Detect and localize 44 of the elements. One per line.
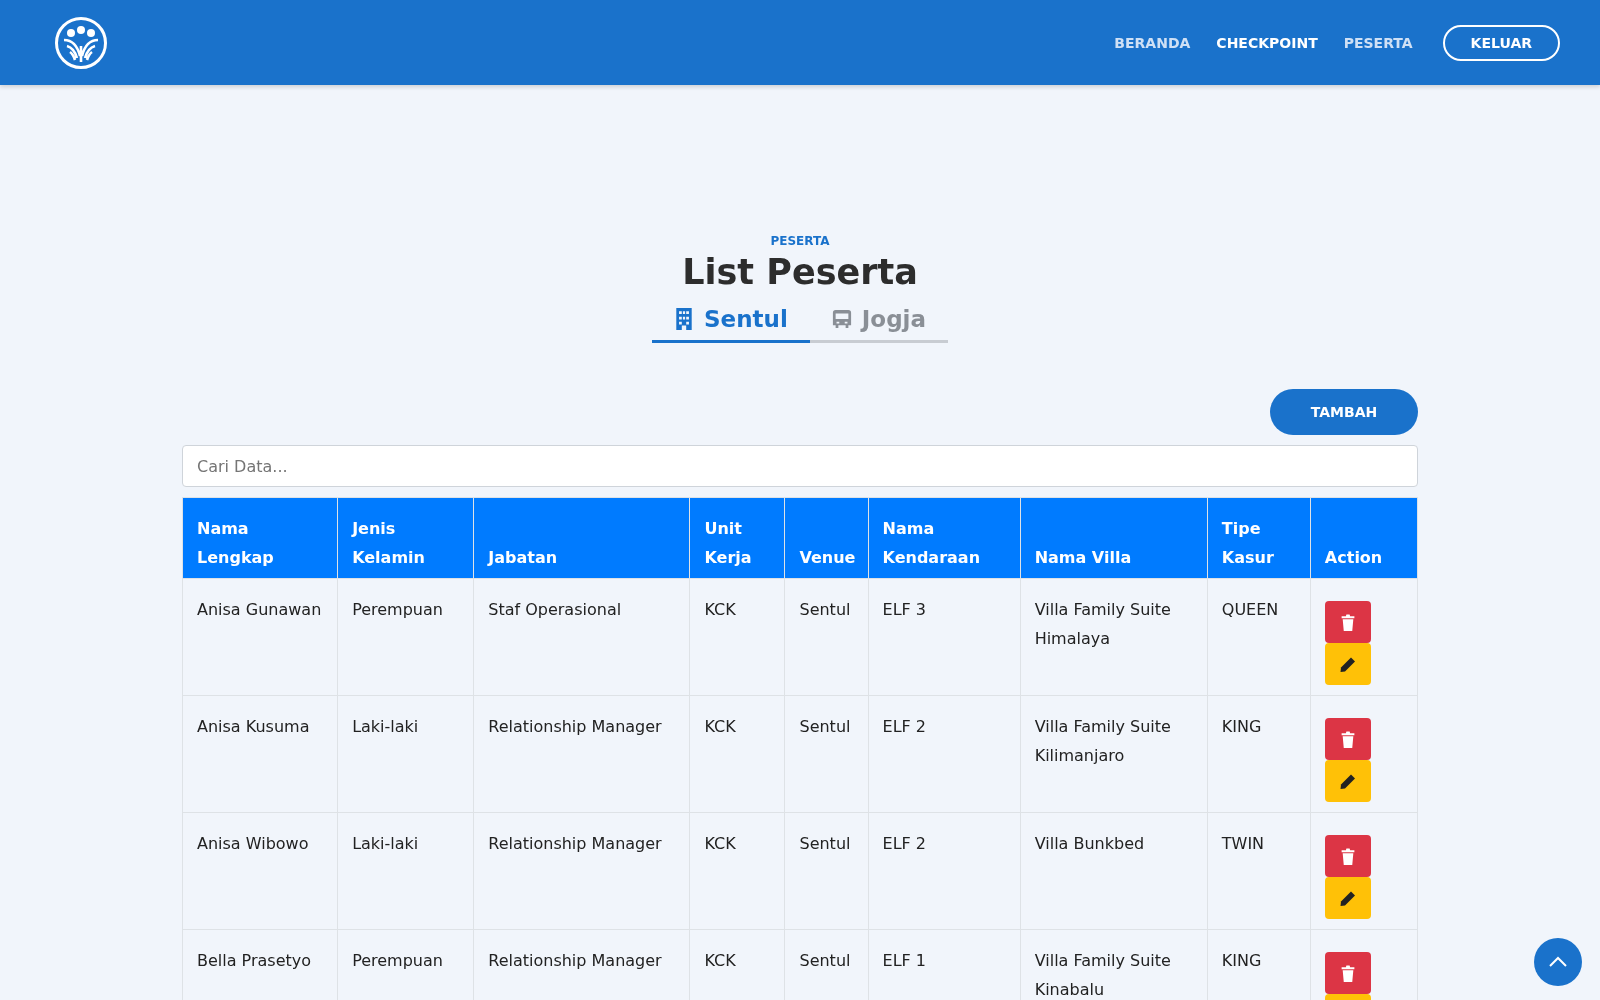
nav-link[interactable]: PESERTA [1343, 34, 1413, 51]
table-cell: Anisa Kusuma [182, 695, 338, 813]
table-cell: Perempuan [337, 578, 474, 696]
section-label: PESERTA [770, 234, 830, 248]
column-header: Unit Kerja [689, 497, 785, 579]
table-cell: Laki-laki [337, 812, 474, 930]
nav-link[interactable]: BERANDA [1114, 34, 1191, 51]
add-button[interactable]: TAMBAH [1270, 389, 1418, 435]
table-cell: Villa Family Suite Himalaya [1020, 578, 1208, 696]
table-cell: TWIN [1207, 812, 1311, 930]
table-cell: Sentul [784, 695, 869, 813]
table-cell: Anisa Gunawan [182, 578, 338, 696]
table-cell: Sentul [784, 812, 869, 930]
column-header: Nama Kendaraan [868, 497, 1021, 579]
table-cell: Relationship Manager [473, 695, 690, 813]
column-header: Jenis Kelamin [337, 497, 474, 579]
table-cell: Bella Prasetyo [182, 929, 338, 1000]
table-cell: KCK [689, 695, 785, 813]
table-cell: KING [1207, 695, 1311, 813]
table-cell: KCK [689, 812, 785, 930]
search-field[interactable]: Cari Data... [182, 445, 1418, 487]
table-cell: Sentul [784, 578, 869, 696]
column-header: Tipe Kasur [1207, 497, 1311, 579]
table-cell: Villa Bunkbed [1020, 812, 1208, 930]
column-header: Venue [784, 497, 869, 579]
column-header: Nama Villa [1020, 497, 1208, 579]
table-cell: Relationship Manager [473, 812, 690, 930]
table-cell: ELF 2 [868, 695, 1021, 813]
nav-link[interactable]: CHECKPOINT [1216, 34, 1318, 51]
table-cell: Laki-laki [337, 695, 474, 813]
table-cell: Anisa Wibowo [182, 812, 338, 930]
location-tab[interactable]: Sentul [652, 300, 810, 343]
table-cell: Staf Operasional [473, 578, 690, 696]
table-cell: ELF 2 [868, 812, 1021, 930]
table-cell: KCK [689, 578, 785, 696]
column-header: Jabatan [473, 497, 690, 579]
table-cell: QUEEN [1207, 578, 1311, 696]
table-cell: ELF 3 [868, 578, 1021, 696]
location-tab[interactable]: Jogja [809, 300, 948, 343]
column-header: Action [1310, 497, 1418, 579]
column-header: Nama Lengkap [182, 497, 338, 579]
table-cell: Villa Family Suite Kilimanjaro [1020, 695, 1208, 813]
page-title: List Peserta [682, 252, 918, 292]
logout-button[interactable]: KELUAR [1442, 24, 1560, 61]
